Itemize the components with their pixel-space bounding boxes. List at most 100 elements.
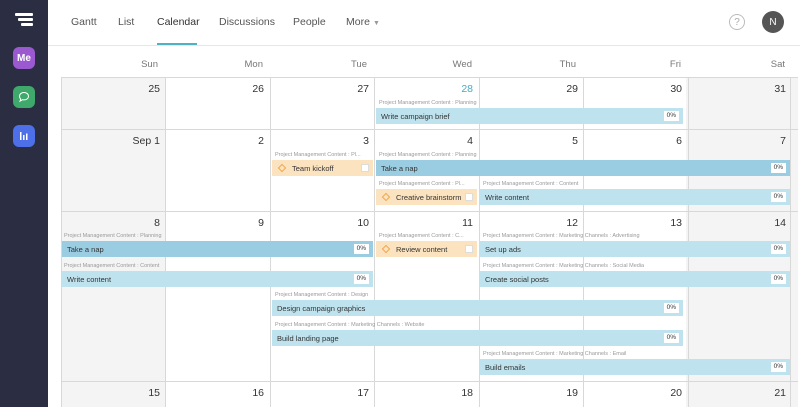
task-percent: 0%: [770, 163, 786, 173]
task-bar[interactable]: Write campaign brief 0%: [376, 108, 683, 124]
day-number[interactable]: 14: [706, 217, 786, 229]
tab-people[interactable]: People: [293, 16, 326, 28]
day-number[interactable]: 21: [706, 387, 786, 399]
task-path: Project Management Content : Pl...: [275, 152, 361, 158]
task-name: Build landing page: [277, 333, 339, 343]
help-icon[interactable]: ?: [729, 14, 745, 30]
milestone-diamond-icon: [381, 244, 391, 254]
dow-wed: Wed: [452, 59, 472, 70]
task-name: Review content: [396, 244, 448, 254]
milestone-bar[interactable]: Review content: [376, 241, 477, 257]
day-number[interactable]: 12: [498, 217, 578, 229]
tab-more-label: More: [346, 16, 370, 28]
day-number[interactable]: 19: [498, 387, 578, 399]
day-number[interactable]: 10: [289, 217, 369, 229]
task-bar[interactable]: Write content 0%: [62, 271, 373, 287]
sidebar: Me: [0, 0, 48, 407]
day-divider: [790, 77, 791, 407]
top-nav: Gantt List Calendar Discussions People M…: [48, 0, 800, 46]
day-number[interactable]: 30: [602, 83, 682, 95]
dow-sun: Sun: [141, 59, 158, 70]
task-path: Project Management Content : Marketing C…: [483, 351, 627, 357]
reports-button[interactable]: [13, 125, 35, 147]
day-number[interactable]: 3: [289, 135, 369, 147]
day-number[interactable]: 13: [602, 217, 682, 229]
day-number[interactable]: 17: [289, 387, 369, 399]
task-name: Creative brainstorm: [396, 192, 462, 202]
task-bar[interactable]: Take a nap 0%: [62, 241, 373, 257]
day-number[interactable]: 6: [602, 135, 682, 147]
task-percent: 0%: [770, 362, 786, 372]
milestone-checkbox[interactable]: [465, 245, 473, 253]
task-bar[interactable]: Create social posts 0%: [480, 271, 790, 287]
milestone-bar[interactable]: Creative brainstorm: [376, 189, 477, 205]
day-number[interactable]: 31: [706, 83, 786, 95]
task-name: Write content: [67, 274, 112, 284]
day-number[interactable]: 7: [706, 135, 786, 147]
tab-gantt[interactable]: Gantt: [71, 16, 97, 28]
task-path: Project Management Content : C...: [379, 233, 464, 239]
task-name: Design campaign graphics: [277, 303, 366, 313]
day-number[interactable]: 8: [80, 217, 160, 229]
tab-calendar[interactable]: Calendar: [157, 16, 200, 28]
day-number[interactable]: 5: [498, 135, 578, 147]
day-number[interactable]: 29: [498, 83, 578, 95]
task-bar[interactable]: Build landing page 0%: [272, 330, 683, 346]
chevron-down-icon: ▼: [372, 20, 380, 27]
task-percent: 0%: [770, 192, 786, 202]
active-tab-indicator: [157, 43, 197, 45]
task-percent: 0%: [353, 274, 369, 284]
dow-thu: Thu: [559, 59, 576, 70]
chat-button[interactable]: [13, 86, 35, 108]
milestone-diamond-icon: [277, 163, 287, 173]
task-path: Project Management Content : Marketing C…: [483, 263, 645, 269]
task-percent: 0%: [663, 333, 679, 343]
day-number[interactable]: 4: [393, 135, 473, 147]
task-bar[interactable]: Design campaign graphics 0%: [272, 300, 683, 316]
milestone-diamond-icon: [381, 192, 391, 202]
day-number[interactable]: 20: [602, 387, 682, 399]
task-path: Project Management Content : Planning: [379, 152, 477, 158]
task-percent: 0%: [770, 244, 786, 254]
day-number[interactable]: 26: [184, 83, 264, 95]
task-path: Project Management Content : Marketing C…: [483, 233, 640, 239]
day-number-today[interactable]: 28: [393, 83, 473, 95]
avatar[interactable]: N: [762, 11, 784, 33]
task-bar[interactable]: Set up ads 0%: [480, 241, 790, 257]
task-name: Build emails: [485, 362, 526, 372]
task-percent: 0%: [770, 274, 786, 284]
tab-more[interactable]: More ▼: [346, 16, 380, 28]
day-number[interactable]: Sep 1: [80, 135, 160, 147]
task-name: Team kickoff: [292, 163, 334, 173]
task-bar[interactable]: Build emails 0%: [480, 359, 790, 375]
day-number[interactable]: 15: [80, 387, 160, 399]
day-number[interactable]: 25: [80, 83, 160, 95]
me-button[interactable]: Me: [13, 47, 35, 69]
task-path: Project Management Content : Marketing C…: [275, 322, 425, 328]
app-logo-icon[interactable]: [15, 13, 33, 29]
dow-sat: Sat: [770, 59, 785, 70]
dow-tue: Tue: [350, 59, 367, 70]
chat-bubble-icon: [18, 91, 30, 103]
task-name: Take a nap: [67, 244, 104, 254]
day-number[interactable]: 2: [184, 135, 264, 147]
day-number[interactable]: 16: [184, 387, 264, 399]
calendar-view: Sun Mon Tue Wed Thu Fri Sat 25 26 27 28 …: [48, 46, 800, 407]
day-number[interactable]: 27: [289, 83, 369, 95]
tab-list[interactable]: List: [118, 16, 134, 28]
milestone-bar[interactable]: Team kickoff: [272, 160, 373, 176]
task-path: Project Management Content : Pl...: [379, 181, 465, 187]
day-number[interactable]: 11: [393, 217, 473, 229]
task-name: Take a nap: [381, 163, 418, 173]
day-number[interactable]: 9: [184, 217, 264, 229]
milestone-checkbox[interactable]: [361, 164, 369, 172]
task-path: Project Management Content : Content: [483, 181, 579, 187]
task-percent: 0%: [353, 244, 369, 254]
task-bar[interactable]: Write content 0%: [480, 189, 790, 205]
milestone-checkbox[interactable]: [465, 193, 473, 201]
task-path: Project Management Content : Planning: [379, 100, 477, 106]
day-number[interactable]: 18: [393, 387, 473, 399]
task-path: Project Management Content : Content: [64, 263, 160, 269]
task-bar[interactable]: Take a nap 0%: [376, 160, 790, 176]
tab-discussions[interactable]: Discussions: [219, 16, 275, 28]
